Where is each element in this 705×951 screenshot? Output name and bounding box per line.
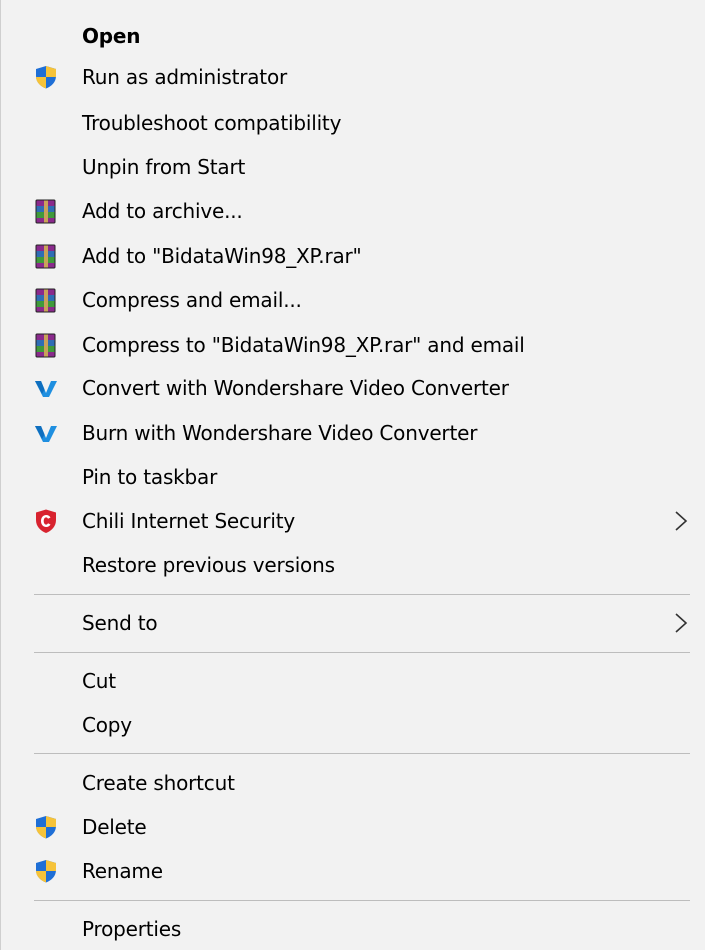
wondershare-icon [33,375,59,401]
chili-shield-icon [33,508,59,534]
context-menu: Open Run as administrator Troubleshoot c… [0,0,705,950]
menu-item-restore-previous-versions[interactable]: Restore previous versions [2,543,705,587]
menu-item-label: Convert with Wondershare Video Converter [82,376,509,400]
menu-item-label: Properties [82,917,182,941]
menu-item-convert-with-wondershare[interactable]: Convert with Wondershare Video Converter [2,366,705,410]
menu-item-label: Restore previous versions [82,553,335,577]
menu-item-run-as-administrator[interactable]: Run as administrator [2,55,705,99]
menu-item-properties[interactable]: Properties [2,907,705,951]
menu-item-label: Open [82,24,141,48]
menu-item-unpin-from-start[interactable]: Unpin from Start [2,145,705,189]
winrar-icon [33,243,59,269]
menu-item-label: Add to "BidataWin98_XP.rar" [82,244,362,268]
menu-item-create-shortcut[interactable]: Create shortcut [2,761,705,805]
menu-separator [34,753,690,754]
menu-item-label: Copy [82,713,132,737]
menu-item-label: Unpin from Start [82,155,246,179]
menu-item-compress-to-rar-and-email[interactable]: Compress to "BidataWin98_XP.rar" and ema… [2,323,705,367]
menu-item-add-to-rar[interactable]: Add to "BidataWin98_XP.rar" [2,234,705,278]
menu-item-label: Compress and email... [82,288,302,312]
chevron-right-icon [673,509,689,533]
uac-shield-icon [33,858,59,884]
winrar-icon [33,287,59,313]
menu-item-label: Troubleshoot compatibility [82,111,342,135]
menu-item-open[interactable]: Open [2,14,705,58]
menu-item-copy[interactable]: Copy [2,703,705,747]
menu-item-label: Cut [82,669,116,693]
winrar-icon [33,332,59,358]
menu-item-label: Delete [82,815,147,839]
chevron-right-icon [673,611,689,635]
uac-shield-icon [33,814,59,840]
menu-item-label: Pin to taskbar [82,465,218,489]
menu-item-label: Add to archive... [82,199,243,223]
menu-separator [34,900,690,901]
menu-item-rename[interactable]: Rename [2,849,705,893]
menu-item-label: Compress to "BidataWin98_XP.rar" and ema… [82,333,525,357]
menu-item-delete[interactable]: Delete [2,805,705,849]
menu-item-send-to[interactable]: Send to [2,601,705,645]
menu-item-label: Burn with Wondershare Video Converter [82,421,478,445]
menu-item-pin-to-taskbar[interactable]: Pin to taskbar [2,455,705,499]
menu-item-cut[interactable]: Cut [2,659,705,703]
menu-separator [34,652,690,653]
wondershare-icon [33,420,59,446]
menu-item-label: Run as administrator [82,65,288,89]
menu-item-add-to-archive[interactable]: Add to archive... [2,189,705,233]
menu-item-compress-and-email[interactable]: Compress and email... [2,278,705,322]
uac-shield-icon [33,64,59,90]
menu-item-label: Chili Internet Security [82,509,295,533]
menu-item-burn-with-wondershare[interactable]: Burn with Wondershare Video Converter [2,411,705,455]
menu-item-label: Rename [82,859,163,883]
menu-item-troubleshoot-compatibility[interactable]: Troubleshoot compatibility [2,101,705,145]
menu-item-chili-internet-security[interactable]: Chili Internet Security [2,499,705,543]
winrar-icon [33,198,59,224]
menu-item-label: Send to [82,611,158,635]
menu-separator [34,594,690,595]
menu-item-label: Create shortcut [82,771,235,795]
